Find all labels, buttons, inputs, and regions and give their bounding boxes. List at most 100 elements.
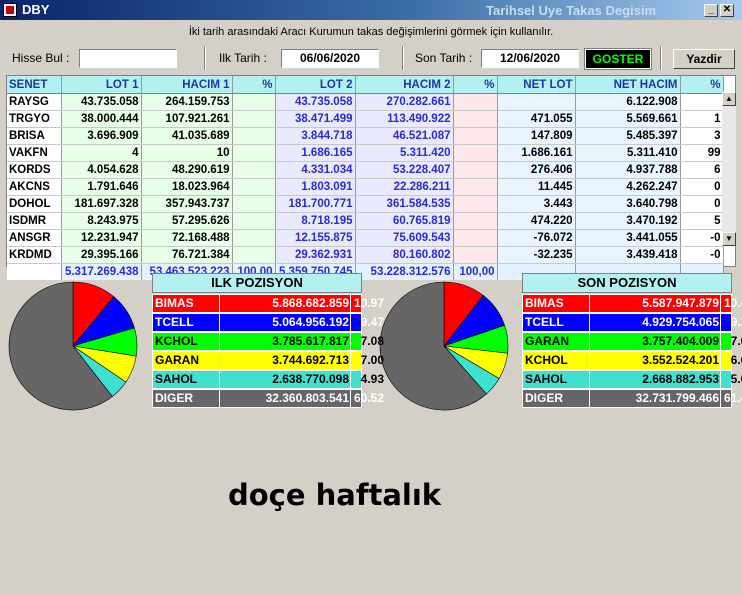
- table-cell[interactable]: 113.490.922: [355, 110, 454, 128]
- table-cell[interactable]: 357.943.737: [141, 195, 233, 213]
- table-cell[interactable]: [232, 144, 276, 162]
- table-cell[interactable]: 76.721.384: [141, 246, 233, 264]
- table-cell[interactable]: [453, 229, 498, 247]
- table-row[interactable]: AKCNS 1.791.646 18.023.964 1.803.091 22.286.…: [7, 178, 724, 196]
- table-cell[interactable]: 181.697.328: [61, 195, 142, 213]
- table-row[interactable]: KRDMD 29.395.166 76.721.384 29.362.931 80.16…: [7, 246, 724, 264]
- table-cell[interactable]: 4.054.628: [61, 161, 142, 179]
- table-cell[interactable]: 57.295.626: [141, 212, 233, 230]
- table-cell[interactable]: [453, 178, 498, 196]
- table-cell[interactable]: 361.584.535: [355, 195, 454, 213]
- table-cell[interactable]: 12.231.947: [61, 229, 142, 247]
- table-cell[interactable]: 471.055: [497, 110, 576, 128]
- table-cell[interactable]: 53.228.407: [355, 161, 454, 179]
- senet-cell[interactable]: AKCNS: [7, 178, 62, 196]
- table-cell[interactable]: 276.406: [497, 161, 576, 179]
- senet-cell[interactable]: ISDMR: [7, 212, 62, 230]
- table-cell[interactable]: 72.168.488: [141, 229, 233, 247]
- table-cell[interactable]: [453, 161, 498, 179]
- table-row[interactable]: ISDMR 8.243.975 57.295.626 8.718.195 60.765.…: [7, 212, 724, 230]
- table-cell[interactable]: [232, 229, 276, 247]
- table-cell[interactable]: 5.311.410: [575, 144, 681, 162]
- table-cell[interactable]: 3.470.192: [575, 212, 681, 230]
- table-cell[interactable]: -0: [680, 246, 724, 264]
- table-cell[interactable]: 6: [680, 161, 724, 179]
- table-cell[interactable]: [232, 161, 276, 179]
- goster-button[interactable]: GOSTER: [584, 48, 652, 70]
- col-header-pct1[interactable]: %: [232, 76, 276, 94]
- senet-cell[interactable]: VAKFN: [7, 144, 62, 162]
- table-cell[interactable]: 0: [680, 178, 724, 196]
- table-cell[interactable]: 38.471.499: [275, 110, 356, 128]
- table-cell[interactable]: 4: [61, 144, 142, 162]
- senet-cell[interactable]: TRGYO: [7, 110, 62, 128]
- table-cell[interactable]: 3.844.718: [275, 127, 356, 145]
- table-cell[interactable]: 3.439.418: [575, 246, 681, 264]
- table-cell[interactable]: 75.609.543: [355, 229, 454, 247]
- senet-cell[interactable]: KRDMD: [7, 246, 62, 264]
- table-cell[interactable]: [680, 93, 724, 111]
- col-header-hacim2[interactable]: HACIM 2: [355, 76, 454, 94]
- col-header-net-pct[interactable]: %: [680, 76, 724, 94]
- senet-cell[interactable]: RAYSG: [7, 93, 62, 111]
- table-cell[interactable]: 1: [680, 110, 724, 128]
- table-cell[interactable]: 3.443: [497, 195, 576, 213]
- table-cell[interactable]: [232, 195, 276, 213]
- table-cell[interactable]: 147.809: [497, 127, 576, 145]
- table-cell[interactable]: 3.696.909: [61, 127, 142, 145]
- table-cell[interactable]: 4.937.788: [575, 161, 681, 179]
- close-button[interactable]: ✕: [720, 4, 734, 17]
- table-row[interactable]: ANSGR 12.231.947 72.168.488 12.155.875 75.60…: [7, 229, 724, 247]
- table-cell[interactable]: -76.072: [497, 229, 576, 247]
- table-cell[interactable]: [453, 110, 498, 128]
- table-cell[interactable]: 43.735.058: [275, 93, 356, 111]
- table-cell[interactable]: [232, 178, 276, 196]
- table-cell[interactable]: [232, 246, 276, 264]
- table-cell[interactable]: 5.569.661: [575, 110, 681, 128]
- table-cell[interactable]: 99: [680, 144, 724, 162]
- col-header-lot2[interactable]: LOT 2: [275, 76, 356, 94]
- table-cell[interactable]: 1.791.646: [61, 178, 142, 196]
- table-cell[interactable]: 3.640.798: [575, 195, 681, 213]
- senet-cell[interactable]: ANSGR: [7, 229, 62, 247]
- table-cell[interactable]: [232, 212, 276, 230]
- table-row[interactable]: RAYSG 43.735.058 264.159.753 43.735.058 270.…: [7, 93, 724, 111]
- table-cell[interactable]: 474.220: [497, 212, 576, 230]
- table-cell[interactable]: [497, 93, 576, 111]
- table-cell[interactable]: 80.160.802: [355, 246, 454, 264]
- table-cell[interactable]: 29.362.931: [275, 246, 356, 264]
- table-cell[interactable]: 3: [680, 127, 724, 145]
- scroll-up-arrow-icon[interactable]: ▲: [722, 92, 736, 106]
- col-header-hacim1[interactable]: HACIM 1: [141, 76, 233, 94]
- table-cell[interactable]: [232, 93, 276, 111]
- col-header-net-lot[interactable]: NET LOT: [497, 76, 576, 94]
- table-cell[interactable]: 107.921.261: [141, 110, 233, 128]
- table-cell[interactable]: 18.023.964: [141, 178, 233, 196]
- senet-cell[interactable]: KORDS: [7, 161, 62, 179]
- table-cell[interactable]: 5: [680, 212, 724, 230]
- table-cell[interactable]: 60.765.819: [355, 212, 454, 230]
- table-cell[interactable]: 38.000.444: [61, 110, 142, 128]
- table-cell[interactable]: 1.803.091: [275, 178, 356, 196]
- yazdir-button[interactable]: Yazdir: [673, 49, 735, 69]
- table-cell[interactable]: 3.441.055: [575, 229, 681, 247]
- table-cell[interactable]: 10: [141, 144, 233, 162]
- table-cell[interactable]: 270.282.661: [355, 93, 454, 111]
- table-row[interactable]: BRISA 3.696.909 41.035.689 3.844.718 46.521.…: [7, 127, 724, 145]
- scroll-down-arrow-icon[interactable]: ▼: [722, 232, 736, 246]
- table-row[interactable]: DOHOL 181.697.328 357.943.737 181.700.771 36…: [7, 195, 724, 213]
- son-tarih-input[interactable]: 12/06/2020: [481, 49, 579, 68]
- table-cell[interactable]: [453, 93, 498, 111]
- table-cell[interactable]: -32.235: [497, 246, 576, 264]
- col-header-lot1[interactable]: LOT 1: [61, 76, 142, 94]
- table-cell[interactable]: 8.718.195: [275, 212, 356, 230]
- table-cell[interactable]: [453, 212, 498, 230]
- table-cell[interactable]: [453, 195, 498, 213]
- table-cell[interactable]: [453, 144, 498, 162]
- minimize-button[interactable]: _: [704, 4, 718, 17]
- senet-cell[interactable]: DOHOL: [7, 195, 62, 213]
- hisse-search-input[interactable]: [79, 49, 177, 68]
- table-cell[interactable]: 43.735.058: [61, 93, 142, 111]
- table-row[interactable]: KORDS 4.054.628 48.290.619 4.331.034 53.228.…: [7, 161, 724, 179]
- ilk-tarih-input[interactable]: 06/06/2020: [281, 49, 379, 68]
